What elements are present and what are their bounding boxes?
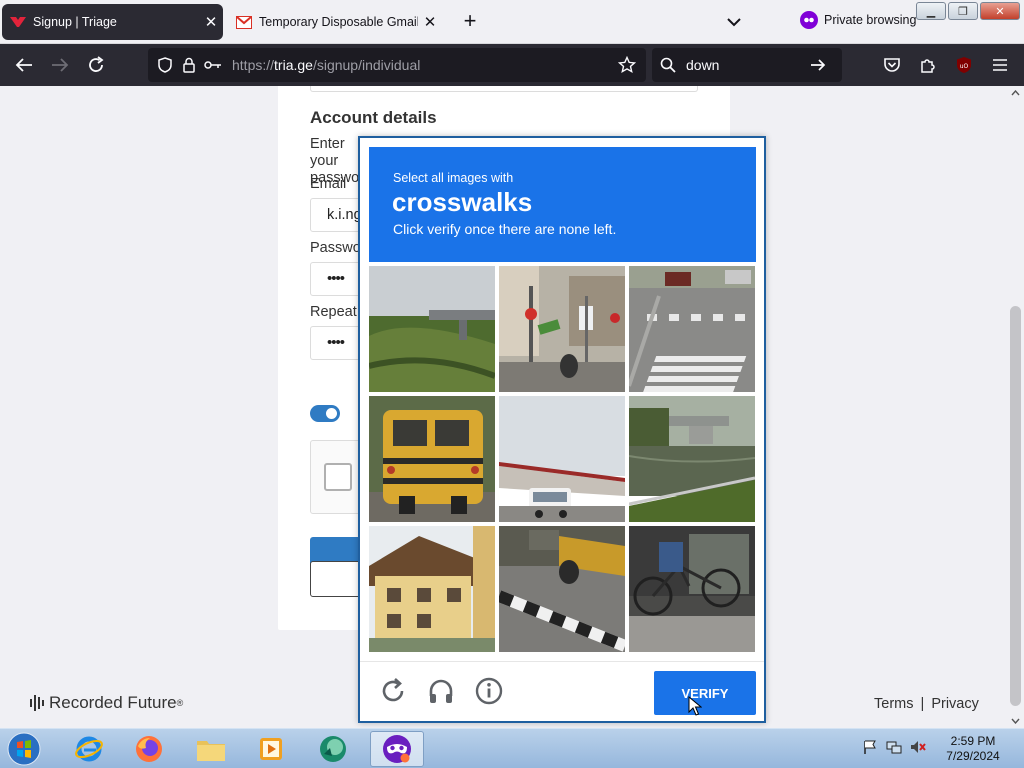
media-player-icon	[260, 738, 282, 760]
mouse-cursor-icon	[688, 696, 702, 716]
taskbar-media-player[interactable]	[244, 731, 298, 767]
trademark-symbol: ®	[176, 698, 184, 708]
captcha-footer: VERIFY	[360, 661, 764, 721]
terms-toggle[interactable]	[310, 405, 340, 422]
captcha-hint: Click verify once there are none left.	[393, 221, 617, 237]
footer-separator: |	[920, 696, 925, 712]
close-window-icon[interactable]: ✕	[980, 2, 1020, 20]
triage-favicon-icon	[10, 14, 26, 30]
tab-title: Signup | Triage	[33, 15, 117, 29]
hamburger-menu-icon[interactable]	[988, 53, 1012, 77]
taskbar-clock[interactable]: 2:59 PM 7/29/2024	[936, 734, 1010, 764]
captcha-target-word: crosswalks	[392, 187, 533, 217]
verify-button[interactable]: VERIFY	[654, 671, 756, 715]
taskbar-firefox[interactable]	[122, 731, 176, 767]
network-icon[interactable]	[886, 739, 902, 755]
reload-icon[interactable]	[84, 53, 108, 77]
scrollbar-thumb[interactable]	[1010, 306, 1021, 706]
extensions-puzzle-icon[interactable]	[916, 53, 940, 77]
tab-bar: Signup | Triage ✕ Temporary Disposable G…	[0, 0, 1024, 44]
captcha-challenge-dialog: Select all images with crosswalks Click …	[358, 136, 766, 723]
audio-headphones-icon[interactable]	[426, 676, 456, 706]
bookmark-star-icon[interactable]	[616, 54, 638, 76]
teal-app-icon	[320, 736, 346, 762]
url-text: https://tria.ge/signup/individual	[232, 57, 421, 73]
ublock-origin-icon[interactable]: uO	[952, 53, 976, 77]
maximize-window-icon[interactable]: ❐	[948, 2, 978, 20]
close-tab-icon[interactable]: ✕	[418, 13, 442, 31]
private-browsing-label: Private browsing	[824, 13, 917, 27]
private-browsing-indicator: Private browsing	[800, 11, 916, 29]
taskbar-internet-explorer[interactable]	[62, 731, 116, 767]
search-input[interactable]: down	[686, 57, 810, 73]
internet-explorer-icon	[75, 736, 103, 762]
navigation-toolbar: https://tria.ge/signup/individual down u…	[0, 44, 1024, 86]
captcha-tile-grass-bridge[interactable]	[369, 266, 495, 392]
new-tab-plus-icon[interactable]: +	[456, 8, 484, 36]
footer-links: Terms | Privacy	[874, 696, 979, 712]
address-bar[interactable]: https://tria.ge/signup/individual	[148, 48, 646, 82]
key-permissions-icon[interactable]	[202, 54, 224, 76]
previous-field[interactable]	[310, 86, 698, 92]
private-mask-icon	[800, 11, 818, 29]
search-icon	[660, 56, 678, 74]
password-label: Passwo	[310, 240, 361, 256]
search-go-arrow-icon[interactable]	[810, 58, 834, 72]
firefox-icon	[136, 736, 162, 762]
taskbar-app-teal[interactable]	[306, 731, 360, 767]
captcha-tile-crosswalk-intersection[interactable]	[629, 266, 755, 392]
tracking-shield-icon[interactable]	[154, 54, 176, 76]
search-bar[interactable]: down	[652, 48, 842, 82]
captcha-prompt-header: Select all images with crosswalks Click …	[369, 147, 756, 262]
minimize-window-icon[interactable]: ▁	[916, 2, 946, 20]
system-tray	[862, 739, 926, 755]
svg-text:uO: uO	[960, 63, 969, 70]
page-scrollbar[interactable]	[1007, 86, 1024, 728]
terms-link[interactable]: Terms	[874, 696, 913, 712]
clock-time: 2:59 PM	[950, 734, 996, 748]
brand-name: Recorded Future	[49, 693, 177, 712]
clock-date: 7/29/2024	[946, 749, 1000, 763]
captcha-tile-bicycle[interactable]	[629, 526, 755, 652]
refresh-icon[interactable]	[378, 676, 408, 706]
windows-taskbar: 2:59 PM 7/29/2024	[0, 728, 1024, 768]
captcha-tile-house[interactable]	[369, 526, 495, 652]
close-tab-icon[interactable]: ✕	[199, 13, 223, 31]
captcha-tile-river-bridge[interactable]	[629, 396, 755, 522]
captcha-tile-street-signs[interactable]	[499, 266, 625, 392]
scroll-up-icon	[1011, 90, 1020, 96]
captcha-checkbox[interactable]	[324, 463, 352, 491]
tab-signup-triage[interactable]: Signup | Triage ✕	[2, 4, 223, 40]
email-label: Email	[310, 176, 347, 192]
captcha-tile-curb-street[interactable]	[499, 526, 625, 652]
privacy-link[interactable]: Privacy	[931, 696, 979, 712]
info-icon[interactable]	[474, 676, 504, 706]
window-controls: ▁ ❐ ✕	[916, 2, 1020, 20]
folder-icon	[197, 741, 225, 761]
forward-arrow-icon[interactable]	[48, 53, 72, 77]
pocket-icon[interactable]	[880, 53, 904, 77]
taskbar-firefox-private[interactable]	[370, 731, 424, 767]
volume-muted-icon[interactable]	[910, 739, 926, 755]
captcha-tile-bus-depot[interactable]	[499, 396, 625, 522]
tab-temp-gmail[interactable]: Temporary Disposable Gmail | T ✕	[228, 4, 442, 40]
recorded-future-bars-icon	[30, 695, 44, 711]
back-arrow-icon[interactable]	[12, 53, 36, 77]
taskbar-file-explorer[interactable]	[184, 731, 238, 767]
windows-start-orb-icon	[7, 732, 41, 766]
repeat-password-label: Repeat	[310, 304, 357, 320]
scroll-down-icon	[1011, 718, 1020, 724]
captcha-instruction: Select all images with	[393, 171, 514, 185]
lock-icon[interactable]	[178, 54, 200, 76]
start-button[interactable]	[4, 730, 44, 768]
captcha-image-grid	[369, 266, 756, 654]
recorded-future-logo[interactable]: Recorded Future ®	[30, 693, 183, 713]
gmail-favicon-icon	[236, 14, 252, 30]
action-center-flag-icon[interactable]	[862, 739, 878, 755]
firefox-private-icon	[383, 735, 411, 763]
list-tabs-chevron-icon[interactable]	[722, 10, 746, 34]
tab-title: Temporary Disposable Gmail | T	[259, 15, 418, 29]
section-title: Account details	[310, 108, 437, 127]
captcha-tile-school-bus[interactable]	[369, 396, 495, 522]
